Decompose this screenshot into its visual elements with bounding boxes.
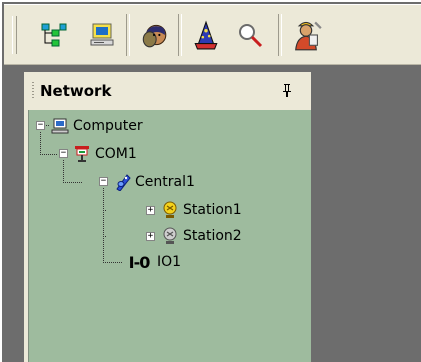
serial-port-icon	[75, 146, 89, 162]
pin-button[interactable]	[278, 81, 296, 99]
toolbar-separator	[178, 14, 182, 56]
computer-button[interactable]	[80, 13, 124, 57]
tree-node-station2[interactable]: Station2	[161, 225, 242, 247]
toolbar-grip[interactable]	[12, 16, 17, 54]
tree-line	[103, 210, 107, 211]
tree-view-button[interactable]	[32, 13, 76, 57]
tree-line	[63, 182, 83, 183]
toolbar-separator	[278, 14, 282, 56]
workspace-area	[311, 72, 421, 362]
search-button[interactable]	[228, 13, 272, 57]
station-icon	[163, 201, 177, 218]
tree-node-label: COM1	[95, 146, 137, 162]
tree-node-com1[interactable]: COM1	[73, 143, 137, 165]
user-button[interactable]	[132, 13, 176, 57]
tree-line	[103, 188, 104, 262]
station1-expander[interactable]: +	[146, 206, 155, 215]
tree-line	[40, 132, 41, 154]
tree-line	[63, 160, 64, 182]
computer-icon	[90, 23, 114, 46]
io-icon: I-0	[128, 252, 151, 272]
worker-button[interactable]	[284, 13, 328, 57]
tree-node-computer[interactable]: Computer	[51, 115, 143, 137]
tree-view-icon	[41, 23, 67, 47]
panel-title: Network	[40, 82, 112, 100]
wizard-icon	[194, 20, 218, 50]
central-unit-icon	[116, 174, 131, 191]
user-face-icon	[142, 24, 167, 48]
worker-icon	[295, 21, 322, 51]
tree-line	[40, 154, 58, 155]
application-window: Network − Computer − COM1 − Central1 + S…	[0, 0, 421, 362]
computer-icon	[51, 118, 69, 134]
computer-expander[interactable]: −	[36, 121, 45, 130]
station-icon	[163, 227, 177, 244]
tree-node-label: IO1	[157, 254, 182, 270]
central1-expander[interactable]: −	[99, 177, 108, 186]
network-tree: − Computer − COM1 − Central1 + Station1 …	[28, 110, 311, 362]
station2-expander[interactable]: +	[146, 232, 155, 241]
toolbar-separator	[126, 14, 130, 56]
panel-header: Network	[24, 72, 311, 110]
tree-node-label: Station2	[183, 228, 242, 244]
tree-node-central1[interactable]: Central1	[113, 171, 195, 193]
magnifier-icon	[239, 24, 263, 48]
panel-grip[interactable]	[32, 82, 34, 100]
network-panel: Network − Computer − COM1 − Central1 + S…	[24, 72, 311, 362]
com1-expander[interactable]: −	[59, 149, 68, 158]
tree-line	[103, 236, 107, 237]
wizard-button[interactable]	[184, 13, 228, 57]
tree-line	[103, 262, 123, 263]
tree-node-label: Central1	[135, 174, 195, 190]
tree-node-station1[interactable]: Station1	[161, 199, 242, 221]
tree-node-label: Station1	[183, 202, 242, 218]
tree-node-io1[interactable]: I-0 IO1	[125, 251, 181, 273]
pin-icon	[283, 84, 291, 97]
main-toolbar	[4, 4, 421, 65]
tree-node-label: Computer	[73, 118, 143, 134]
